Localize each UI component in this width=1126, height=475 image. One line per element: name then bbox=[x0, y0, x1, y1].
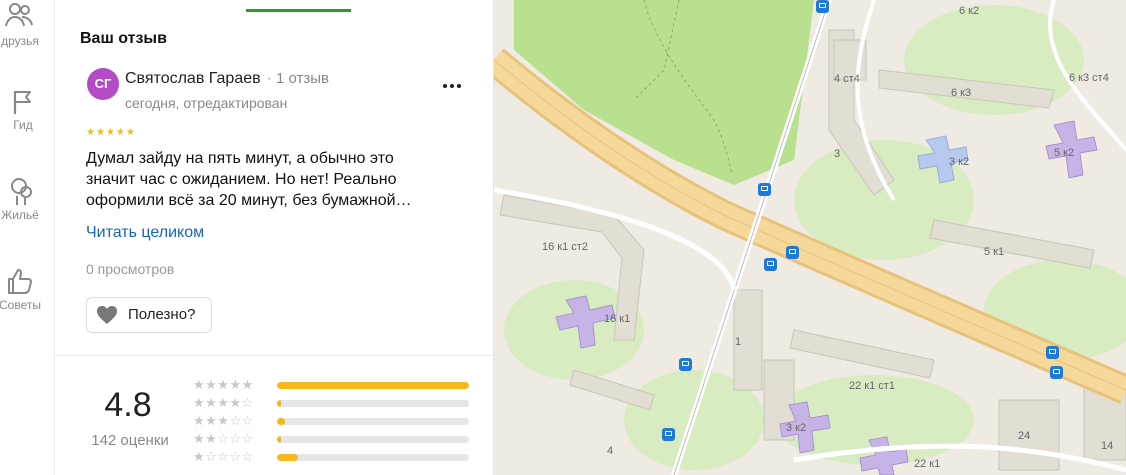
distribution-stars: ★★★★★ bbox=[193, 377, 254, 392]
thumbs-up-icon bbox=[8, 269, 32, 294]
bus-stop-icon[interactable] bbox=[816, 0, 829, 13]
rail-item-housing[interactable]: Жильё bbox=[0, 176, 54, 222]
distribution-bar-fill bbox=[277, 382, 469, 389]
avatar[interactable]: СГ bbox=[87, 68, 119, 100]
map-building-label: 3 bbox=[834, 148, 841, 160]
rail-item-tips-label: Советы bbox=[0, 298, 41, 312]
map-building-label: 16 к1 bbox=[604, 313, 631, 325]
ratings-count: 142 оценки bbox=[91, 432, 169, 449]
distribution-bar bbox=[277, 436, 469, 443]
map-building-label: 6 к3 ст4 bbox=[1069, 72, 1109, 84]
map-building-label: 24 bbox=[1018, 430, 1031, 442]
map-canvas bbox=[494, 0, 1126, 475]
distribution-bar-fill bbox=[277, 418, 285, 425]
author-line: Святослав Гараев · 1 отзыв bbox=[125, 70, 329, 88]
rail-item-guide-label: Гид bbox=[13, 118, 33, 132]
rail-item-friends-label: друзья bbox=[1, 34, 39, 48]
author-review-count: 1 отзыв bbox=[275, 70, 329, 87]
distribution-bar bbox=[277, 400, 469, 407]
distribution-bar bbox=[277, 454, 469, 461]
section-title: Ваш отзыв bbox=[80, 30, 167, 47]
bus-stop-icon[interactable] bbox=[1046, 346, 1059, 359]
rail-item-housing-label: Жильё bbox=[1, 208, 39, 222]
flag-icon bbox=[13, 91, 31, 114]
distribution-bar bbox=[277, 418, 469, 425]
bus-stop-icon[interactable] bbox=[662, 428, 675, 441]
more-dots-icon bbox=[443, 84, 461, 88]
review-text: Думал зайду на пять минут, а обычно это … bbox=[86, 150, 412, 209]
read-more-link[interactable]: Читать целиком bbox=[86, 224, 204, 242]
map-building-label: 16 к1 ст2 bbox=[542, 241, 588, 253]
map-building-label: 6 к3 bbox=[951, 87, 972, 99]
useful-button[interactable]: Полезно? bbox=[86, 297, 212, 333]
heart-icon bbox=[97, 306, 117, 324]
bus-stop-icon[interactable] bbox=[764, 258, 777, 271]
map-building-label: 14 bbox=[1101, 440, 1114, 452]
map-building-label: 4 ст4 bbox=[834, 73, 860, 85]
bus-stop-icon[interactable] bbox=[679, 358, 692, 371]
star-icon: ★ bbox=[115, 127, 126, 138]
left-nav-rail: друзья Гид Жильё Советы bbox=[0, 0, 55, 475]
distribution-stars: ★★☆☆☆ bbox=[193, 431, 254, 446]
author-name[interactable]: Святослав Гараев bbox=[125, 70, 261, 87]
distribution-bar-fill bbox=[277, 454, 299, 461]
distribution-bar-fill bbox=[277, 436, 281, 443]
author-separator: · bbox=[266, 70, 272, 87]
distribution-bar-fill bbox=[277, 400, 281, 407]
distribution-stars: ★★★★☆ bbox=[193, 395, 254, 410]
rail-item-friends[interactable]: друзья bbox=[0, 0, 54, 48]
bus-stop-icon[interactable] bbox=[1050, 366, 1063, 379]
useful-button-label: Полезно? bbox=[128, 306, 196, 323]
distribution-bar bbox=[277, 382, 469, 389]
views-count: 0 просмотров bbox=[86, 261, 175, 277]
more-options-button[interactable] bbox=[441, 74, 463, 94]
star-icon: ★ bbox=[125, 127, 136, 138]
active-tab-indicator bbox=[246, 9, 351, 12]
average-rating: 4.8 bbox=[104, 386, 152, 424]
star-icon: ★ bbox=[105, 127, 116, 138]
star-icon: ★ bbox=[95, 127, 106, 138]
map-view[interactable]: 6 к2 4 ст4 6 к3 6 к3 ст4 3 к2 5 к2 3 16 к1 ст2 5… bbox=[494, 0, 1126, 475]
map-building-label: 22 к1 ст1 bbox=[849, 380, 895, 392]
map-building-label: 1 bbox=[735, 336, 742, 348]
rail-item-guide[interactable]: Гид bbox=[0, 88, 50, 132]
bus-stop-icon[interactable] bbox=[786, 246, 799, 259]
review-rating-stars: ★★★★★ bbox=[86, 127, 136, 138]
housing-icon bbox=[11, 178, 32, 205]
map-building-label: 4 bbox=[607, 445, 614, 457]
distribution-stars: ★☆☆☆☆ bbox=[193, 449, 254, 464]
map-building-label: 22 к1 bbox=[914, 458, 941, 470]
distribution-stars: ★★★☆☆ bbox=[193, 413, 254, 428]
map-building-label: 5 к2 bbox=[1054, 147, 1075, 159]
map-building-label: 3 к2 bbox=[786, 422, 807, 434]
star-icon: ★ bbox=[86, 127, 96, 138]
bus-stop-icon[interactable] bbox=[758, 183, 771, 196]
friends-icon bbox=[5, 3, 33, 27]
reviews-panel: Ваш отзыв СГ Святослав Гараев · 1 отзыв се… bbox=[55, 0, 494, 475]
map-building-label: 3 к2 bbox=[949, 156, 970, 168]
map-building-label: 5 к1 bbox=[984, 246, 1005, 258]
divider bbox=[55, 355, 493, 356]
rail-item-tips[interactable]: Советы bbox=[0, 266, 54, 312]
map-building-label: 6 к2 bbox=[959, 5, 980, 17]
review-date: сегодня, отредактирован bbox=[125, 95, 288, 111]
